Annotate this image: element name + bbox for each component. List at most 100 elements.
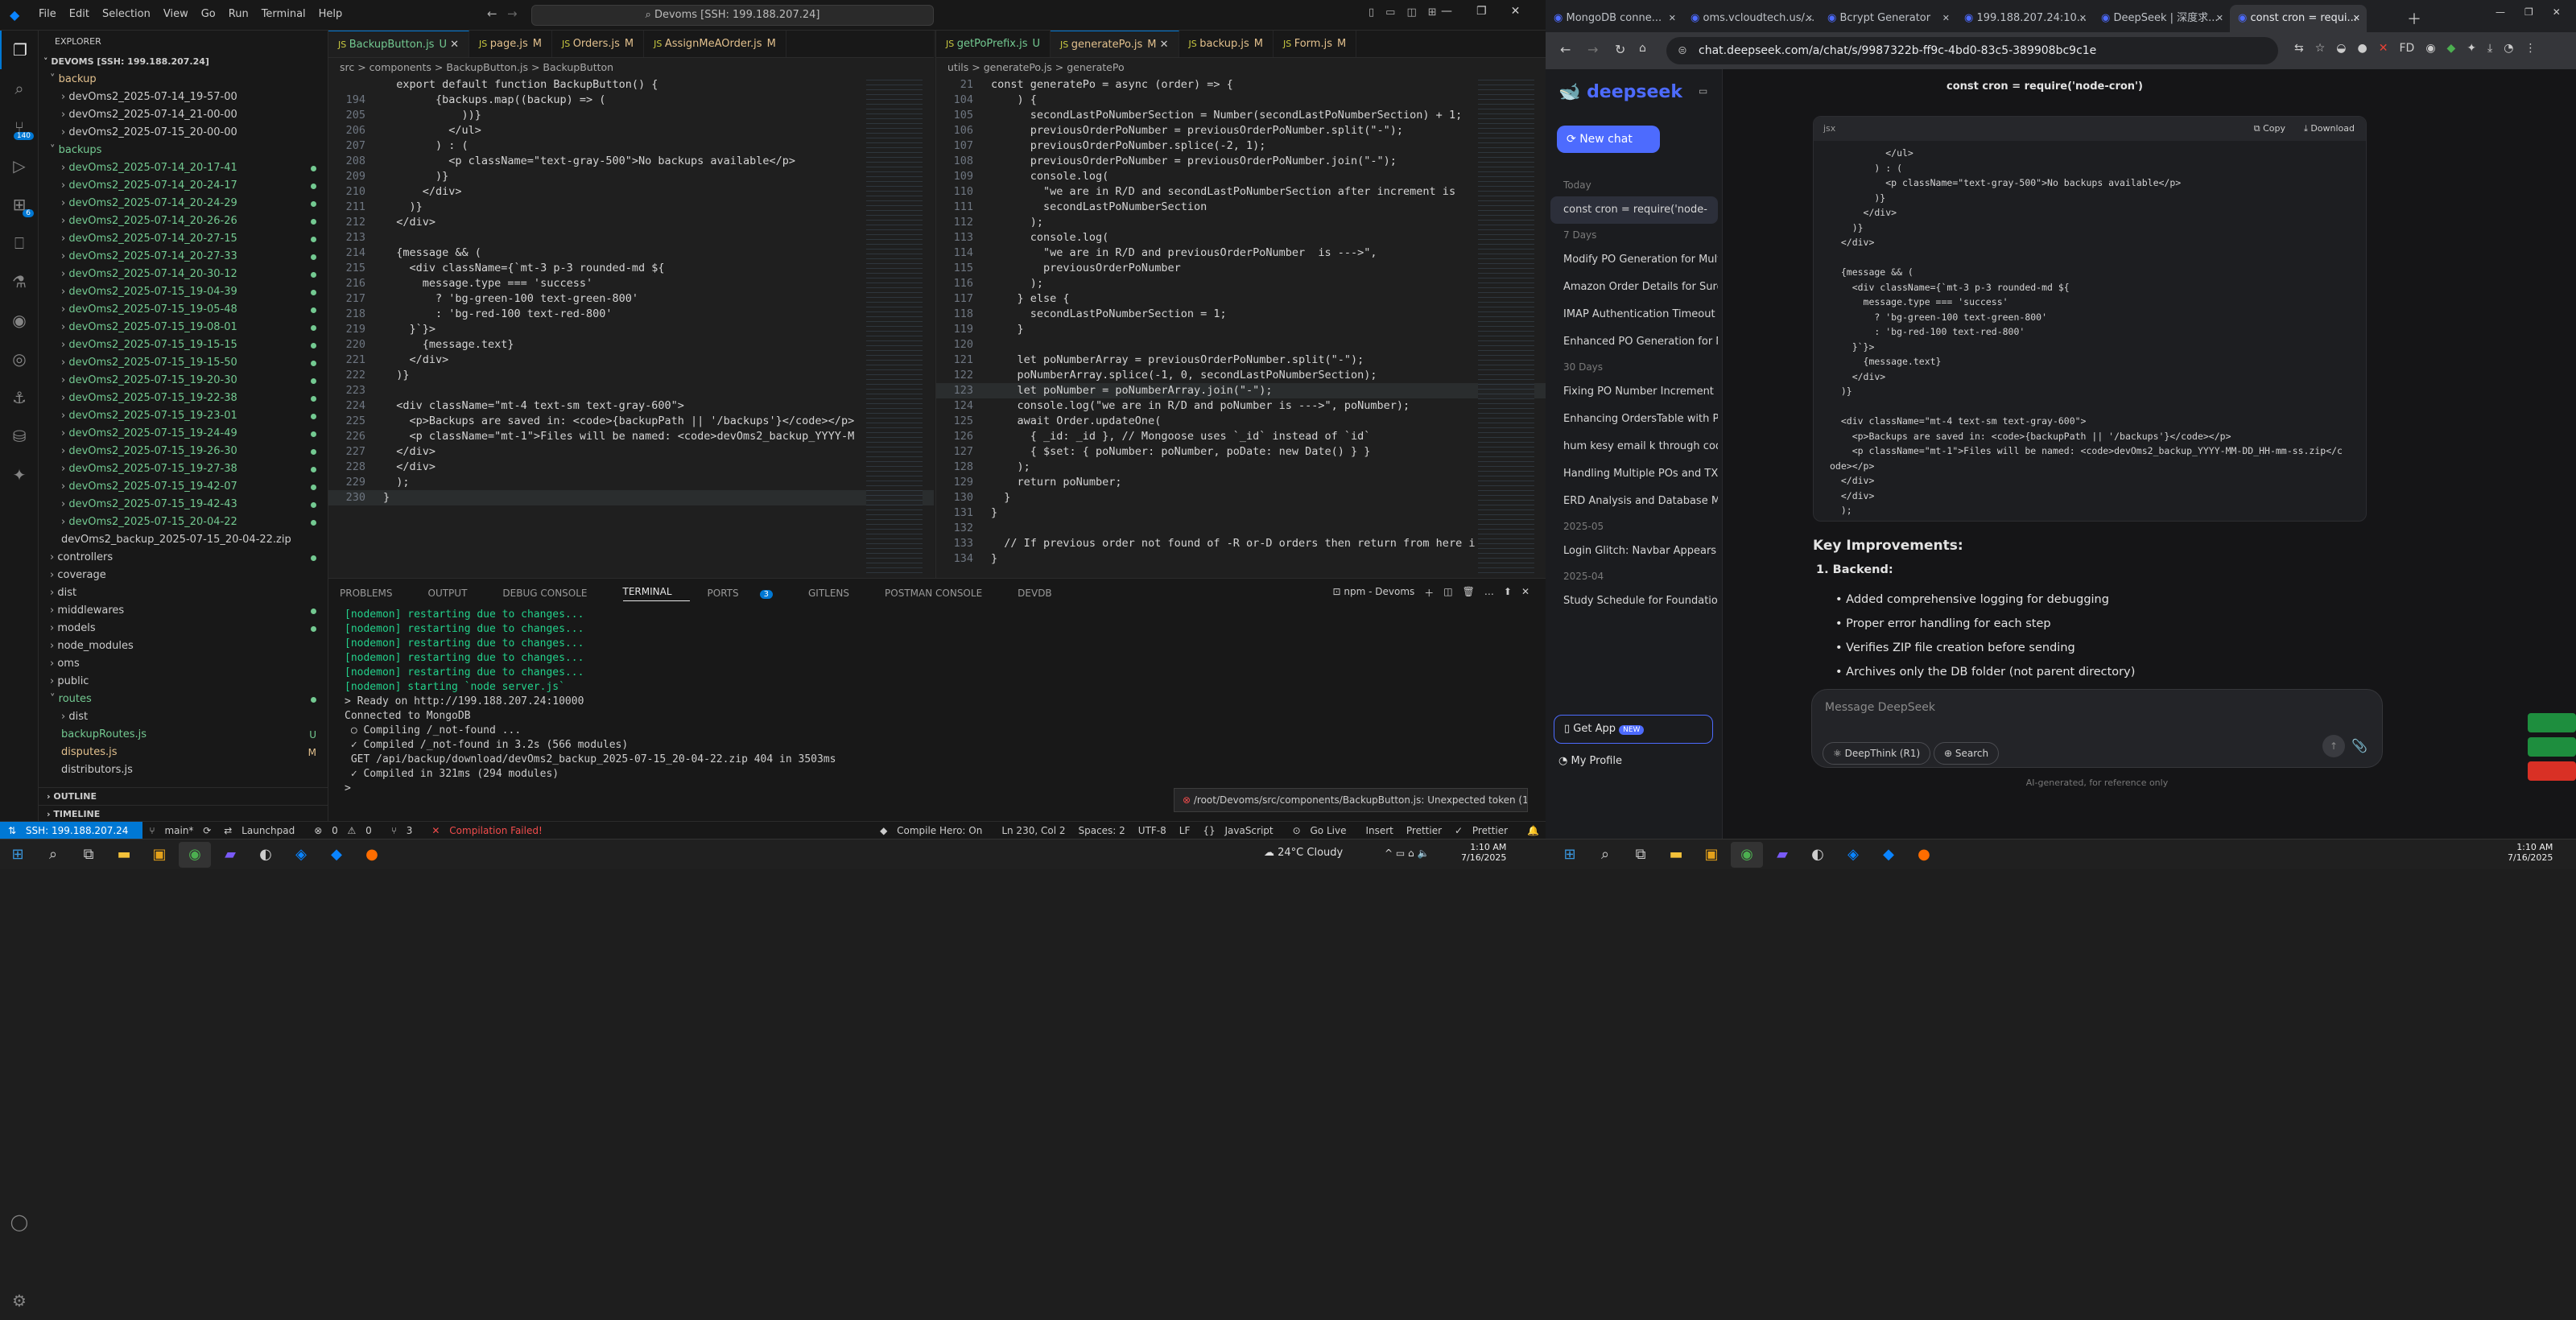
tree-folder[interactable]: › middlewares <box>39 602 328 620</box>
ext-ghost-icon[interactable]: ◒ <box>2336 42 2346 55</box>
remote-indicator[interactable]: ⇅ SSH: 199.188.207.24 <box>0 821 143 839</box>
history-item[interactable]: Enhanced PO Generation for Mu <box>1550 328 1718 356</box>
compile-status[interactable]: ✕ Compilation Failed! <box>431 825 548 836</box>
layout-custom-icon[interactable]: ⊞ <box>1428 6 1437 19</box>
tree-folder[interactable]: ˅ backups <box>39 142 328 159</box>
command-center[interactable]: ⌕ Devoms [SSH: 199.188.207.24] <box>531 5 934 26</box>
translate-icon[interactable]: ⇆ <box>2294 42 2304 55</box>
browser-tab[interactable]: ◉ MongoDB conne... ✕ <box>1546 5 1682 32</box>
menu-item-edit[interactable]: Edit <box>69 8 89 20</box>
editor-tab[interactable]: JS AssignMeAOrder.js M <box>644 31 786 57</box>
panel-tab-ports[interactable]: PORTS 3 <box>708 588 791 599</box>
tree-folder[interactable]: › devOms2_2025-07-14_20-27-33 <box>39 248 328 266</box>
network-app-icon[interactable]: ◈ <box>285 842 317 868</box>
extension-puzzle-icon[interactable]: ✦ <box>0 456 39 494</box>
taskbar-search-icon[interactable]: ⌕ <box>37 842 69 868</box>
left-breadcrumb[interactable]: src > components > BackupButton.js > Bac… <box>328 58 934 77</box>
language-mode[interactable]: {} JavaScript <box>1203 825 1279 836</box>
layout-panel-icon[interactable]: ▭ <box>1385 6 1395 19</box>
history-item[interactable]: Modify PO Generation for Multip <box>1550 246 1718 274</box>
tree-folder[interactable]: › controllers <box>39 549 328 567</box>
go-live-button[interactable]: ⊙ Go Live <box>1293 825 1353 836</box>
attach-icon[interactable]: 📎 <box>2351 738 2368 753</box>
right-minimap[interactable] <box>1478 77 1534 576</box>
tree-folder[interactable]: ˅ backup <box>39 71 328 89</box>
more-icon[interactable]: … <box>1484 586 1494 600</box>
new-chat-button[interactable]: ⟳ New chat <box>1557 126 1660 153</box>
panel-tab-postman-console[interactable]: POSTMAN CONSOLE <box>885 588 1000 599</box>
tree-folder[interactable]: ˅ routes <box>39 691 328 708</box>
tab-close-icon[interactable]: ✕ <box>1669 5 1676 32</box>
tree-folder[interactable]: › devOms2_2025-07-15_19-24-49 <box>39 425 328 443</box>
right-breadcrumb[interactable]: utils > generatePo.js > generatePo <box>936 58 1546 77</box>
remote-explorer-icon[interactable]: ⎕ <box>0 224 39 262</box>
chrome-icon[interactable]: ◉ <box>1731 841 1763 868</box>
history-item[interactable]: IMAP Authentication Timeout Er <box>1550 301 1718 328</box>
trash-icon[interactable]: 🗑 <box>1463 586 1475 600</box>
tree-folder[interactable]: › devOms2_2025-07-15_19-04-39 <box>39 283 328 301</box>
store-icon[interactable]: ▣ <box>143 842 175 868</box>
tree-file[interactable]: distributors.js <box>39 761 328 779</box>
minimize-icon[interactable]: — <box>1441 5 1452 18</box>
taskbar-clock[interactable]: 1:10 AM 7/16/2025 <box>1461 842 1506 863</box>
problems-indicator[interactable]: ⊗ 0 ⚠ 0 <box>314 825 378 836</box>
branch-indicator[interactable]: ⑂ main* ⟳ <box>149 825 211 836</box>
tree-folder[interactable]: › devOms2_2025-07-14_21-00-00 <box>39 106 328 124</box>
tab-close-icon[interactable]: ✕ <box>1156 39 1169 51</box>
side-widget-red[interactable] <box>2528 761 2576 781</box>
nav-back-icon[interactable]: ← <box>487 6 497 21</box>
extensions-puzzle-icon[interactable]: ✦ <box>2467 42 2476 55</box>
left-minimap[interactable] <box>866 77 923 576</box>
menu-item-run[interactable]: Run <box>229 8 249 20</box>
tree-folder[interactable]: › devOms2_2025-07-15_19-05-48 <box>39 301 328 319</box>
timeline-section[interactable]: › TIMELINE <box>39 805 328 823</box>
vscode-taskbar-icon[interactable]: ◆ <box>320 842 353 868</box>
error-notification[interactable]: ⊗ /root/Devoms/src/components/BackupButt… <box>1174 788 1528 812</box>
tree-folder[interactable]: › devOms2_2025-07-14_20-26-26 <box>39 212 328 230</box>
insert-mode[interactable]: Insert <box>1365 825 1393 836</box>
history-item[interactable]: Study Schedule for Foundation S <box>1550 588 1718 615</box>
encoding[interactable]: UTF-8 <box>1138 825 1166 836</box>
tree-folder[interactable]: › devOms2_2025-07-14_20-24-17 <box>39 177 328 195</box>
history-item[interactable]: Enhancing OrdersTable with Prev <box>1550 406 1718 433</box>
layout-split-icon[interactable]: ◫ <box>1406 6 1416 19</box>
panel-tab-terminal[interactable]: TERMINAL <box>622 586 690 601</box>
minimize-icon[interactable]: — <box>2496 6 2505 18</box>
right-code[interactable]: 21 const generatePo = async (order) => {1… <box>936 77 1546 567</box>
menu-item-file[interactable]: File <box>39 8 56 20</box>
collapse-sidebar-icon[interactable]: ▭ <box>1699 85 1707 97</box>
tree-folder[interactable]: › public <box>39 673 328 691</box>
forward-icon[interactable]: → <box>1587 42 1598 57</box>
file-explorer-icon[interactable]: ▬ <box>108 842 140 868</box>
line-ending[interactable]: LF <box>1179 825 1191 836</box>
browser-tab[interactable]: ◉ oms.vcloudtech.us/... ✕ <box>1682 5 1819 32</box>
history-item[interactable]: ERD Analysis and Database Mod <box>1550 488 1718 515</box>
database-icon[interactable]: ⛁ <box>0 417 39 456</box>
history-item[interactable]: Login Glitch: Navbar Appears Af <box>1550 538 1718 565</box>
extensions-icon[interactable]: ⊞ 6 <box>0 185 39 224</box>
browser-tab[interactable]: ◉ const cron = requi... ✕ <box>2230 5 2367 32</box>
side-widget-green[interactable] <box>2528 713 2576 732</box>
gitlens-icon[interactable]: ◉ <box>0 301 39 340</box>
ext-circle-icon[interactable]: ● <box>2358 42 2368 55</box>
testing-icon[interactable]: ⚗ <box>0 262 39 301</box>
editor-tab[interactable]: JS backup.js M <box>1179 31 1274 57</box>
browser-tab[interactable]: ◉ DeepSeek | 深度求... ✕ <box>2093 5 2230 32</box>
menu-item-selection[interactable]: Selection <box>102 8 151 20</box>
send-button[interactable]: ↑ <box>2322 735 2345 757</box>
tab-close-icon[interactable]: ✕ <box>2216 5 2223 32</box>
zoom-app-icon[interactable]: ▰ <box>1766 842 1798 868</box>
taskbar-search-icon[interactable]: ⌕ <box>1589 842 1621 868</box>
back-icon[interactable]: ← <box>1560 42 1571 57</box>
editor-tab[interactable]: JS Form.js M <box>1274 31 1357 57</box>
tab-close-icon[interactable]: ✕ <box>2353 5 2360 32</box>
maximize-icon[interactable]: ❐ <box>1476 5 1487 18</box>
tree-folder[interactable]: › devOms2_2025-07-15_19-27-38 <box>39 460 328 478</box>
weather-widget[interactable]: ☁ 24°C Cloudy <box>1264 847 1343 859</box>
app-icon[interactable]: ◐ <box>1802 842 1834 868</box>
tree-folder[interactable]: › devOms2_2025-07-14_20-30-12 <box>39 266 328 283</box>
terminal-select[interactable]: ⊡ npm - Devoms <box>1333 586 1415 600</box>
tree-folder[interactable]: › devOms2_2025-07-15_20-00-00 <box>39 124 328 142</box>
get-app-button[interactable]: ▯ Get App NEW <box>1554 715 1713 744</box>
tree-folder[interactable]: › devOms2_2025-07-15_19-23-01 <box>39 407 328 425</box>
